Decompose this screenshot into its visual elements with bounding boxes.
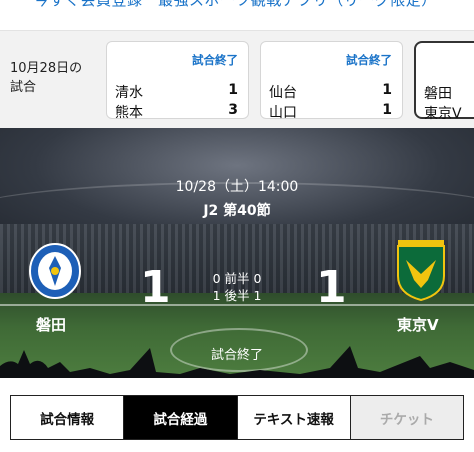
- game-status: 試合終了: [346, 53, 392, 67]
- team-name: 磐田: [424, 86, 452, 102]
- promo-banner-text[interactable]: 今すぐ会員登録 最強スポーツ観戦アプリ（リーグ限定）: [34, 0, 437, 10]
- match-round: J2 第40節: [203, 203, 271, 219]
- schedule-date-line1: 10月28日の: [10, 61, 83, 76]
- schedule-date-line2: 試合: [10, 80, 37, 95]
- verdy-crest-icon: [397, 240, 445, 302]
- match-hero: 10/28（土）14:00 J2 第40節 磐田 1 0 前半 0 1 後半 1…: [0, 128, 474, 378]
- game-row-away: 山口 1: [269, 102, 392, 122]
- schedule-date-label: 10月28日の 試合: [10, 59, 100, 97]
- game-row-home: 磐田: [424, 83, 472, 103]
- home-team-name: 磐田: [36, 316, 67, 334]
- game-status: 試合終了: [192, 53, 238, 67]
- team-score: 1: [228, 82, 238, 98]
- away-team-name: 東京V: [397, 316, 439, 334]
- team-name: 山口: [269, 105, 297, 121]
- schedule-strip: 10月28日の 試合 試合終了 清水 1 熊本 3 試合終了 仙台 1 山口 1…: [0, 30, 474, 129]
- game-row-away: 熊本 3: [115, 102, 238, 122]
- game-row-away: 東京V: [424, 103, 472, 123]
- team-name: 熊本: [115, 105, 143, 121]
- team-name: 清水: [115, 85, 143, 101]
- match-tabs: 試合情報 試合経過 テキスト速報 チケット: [10, 395, 464, 440]
- team-name: 仙台: [269, 85, 297, 101]
- team-score: 1: [382, 102, 392, 118]
- promo-banner[interactable]: 今すぐ会員登録 最強スポーツ観戦アプリ（リーグ限定）: [0, 0, 474, 30]
- pitch-line: [0, 304, 474, 306]
- tab-text-live[interactable]: テキスト速報: [237, 396, 351, 439]
- team-score: 3: [228, 102, 238, 118]
- game-row-home: 仙台 1: [269, 82, 392, 102]
- tab-tickets[interactable]: チケット: [350, 396, 463, 439]
- team-score: 1: [382, 82, 392, 98]
- match-status: 試合終了: [210, 348, 263, 363]
- match-datetime: 10/28（土）14:00: [175, 179, 299, 195]
- away-score: 1: [316, 262, 347, 313]
- game-row-home: 清水 1: [115, 82, 238, 102]
- game-card-current[interactable]: 磐田 東京V: [414, 41, 474, 122]
- tab-match-info[interactable]: 試合情報: [11, 396, 125, 439]
- game-card[interactable]: 試合終了 仙台 1 山口 1: [260, 41, 403, 122]
- tab-match-progress[interactable]: 試合経過: [124, 396, 238, 439]
- game-card[interactable]: 試合終了 清水 1 熊本 3: [106, 41, 249, 122]
- team-name: 東京V: [424, 106, 462, 122]
